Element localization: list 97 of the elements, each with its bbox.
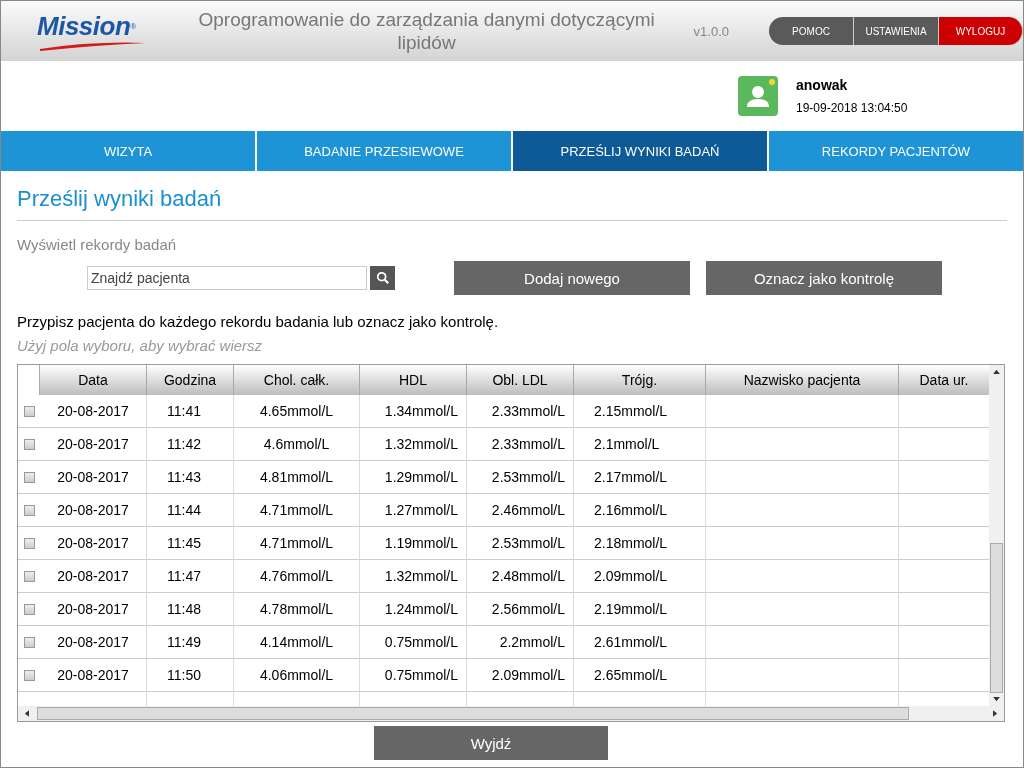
table-cell: 2.09mmol/L bbox=[467, 659, 574, 692]
action-button[interactable]: Dodaj nowego bbox=[454, 261, 690, 295]
login-datetime: 19-09-2018 13:04:50 bbox=[796, 101, 908, 115]
row-checkbox[interactable] bbox=[23, 537, 35, 549]
header-button[interactable]: WYLOGUJ bbox=[939, 17, 1023, 45]
nav-tab[interactable]: PRZEŚLIJ WYNIKI BADAŃ bbox=[513, 131, 767, 171]
table-cell: 1.34mmol/L bbox=[360, 395, 467, 428]
table-cell: 4.65mmol/L bbox=[234, 395, 360, 428]
column-header[interactable]: Godzina bbox=[147, 365, 234, 395]
row-checkbox[interactable] bbox=[23, 636, 35, 648]
table-cell: 11:42 bbox=[147, 428, 234, 461]
header-button[interactable]: POMOC bbox=[769, 17, 854, 45]
table-cell: 4.71mmol/L bbox=[234, 494, 360, 527]
scroll-up-icon[interactable] bbox=[993, 369, 1000, 374]
table-cell: 2.1mmol/L bbox=[574, 428, 706, 461]
table-cell: 20-08-2017 bbox=[40, 527, 147, 560]
row-checkbox[interactable] bbox=[23, 603, 35, 615]
table-cell: 2.56mmol/L bbox=[467, 593, 574, 626]
column-header[interactable]: Chol. całk. bbox=[234, 365, 360, 395]
table-cell: 2.53mmol/L bbox=[467, 527, 574, 560]
table-cell: 4.14mmol/L bbox=[234, 626, 360, 659]
scroll-right-icon[interactable] bbox=[993, 710, 998, 717]
table-cell: 0.75mmol/L bbox=[360, 626, 467, 659]
mission-logo: Mission$^{®}$ bbox=[37, 11, 156, 51]
table-cell: 2.15mmol/L bbox=[574, 395, 706, 428]
table-cell: 4.6mmol/L bbox=[234, 428, 360, 461]
table-cell: 2.46mmol/L bbox=[467, 494, 574, 527]
table-cell: 2.2mmol/L bbox=[467, 626, 574, 659]
table-cell: 11:45 bbox=[147, 527, 234, 560]
table-cell: 2.19mmol/L bbox=[574, 593, 706, 626]
header-button[interactable]: USTAWIENIA bbox=[854, 17, 939, 45]
exit-button[interactable]: Wyjdź bbox=[374, 726, 608, 760]
column-header[interactable]: HDL bbox=[360, 365, 467, 395]
page-title: Prześlij wyniki badań bbox=[17, 186, 1007, 221]
table-cell: 4.76mmol/L bbox=[234, 560, 360, 593]
table-cell: 2.09mmol/L bbox=[574, 560, 706, 593]
table-cell: 20-08-2017 bbox=[40, 461, 147, 494]
version-label: v1.0.0 bbox=[693, 23, 729, 39]
column-header[interactable]: Obl. LDL bbox=[467, 365, 574, 395]
search-button[interactable] bbox=[370, 266, 395, 290]
action-button[interactable]: Oznacz jako kontrolę bbox=[706, 261, 942, 295]
column-header[interactable]: Nazwisko pacjenta bbox=[706, 365, 899, 395]
row-checkbox[interactable] bbox=[23, 669, 35, 681]
table-cell: 20-08-2017 bbox=[40, 593, 147, 626]
table-cell: 4.78mmol/L bbox=[234, 593, 360, 626]
table-cell: 1.27mmol/L bbox=[360, 494, 467, 527]
user-avatar-icon bbox=[738, 76, 778, 116]
table-cell: 0.75mmol/L bbox=[360, 659, 467, 692]
table-cell: 4.71mmol/L bbox=[234, 527, 360, 560]
table-cell: 11:47 bbox=[147, 560, 234, 593]
table-cell: 2.33mmol/L bbox=[467, 428, 574, 461]
column-header[interactable]: Data ur. bbox=[899, 365, 989, 395]
table-cell: 11:48 bbox=[147, 593, 234, 626]
table-cell: 2.17mmol/L bbox=[574, 461, 706, 494]
username: anowak bbox=[796, 77, 849, 93]
table-cell: 1.19mmol/L bbox=[360, 527, 467, 560]
table-cell: 11:41 bbox=[147, 395, 234, 428]
search-field[interactable]: Znajdź pacjenta bbox=[87, 266, 367, 290]
table-cell: 1.32mmol/L bbox=[360, 428, 467, 461]
table-cell: 1.29mmol/L bbox=[360, 461, 467, 494]
scroll-down-icon[interactable] bbox=[993, 697, 1000, 702]
row-checkbox[interactable] bbox=[23, 405, 35, 417]
table-cell: 11:44 bbox=[147, 494, 234, 527]
row-checkbox[interactable] bbox=[23, 570, 35, 582]
row-checkbox[interactable] bbox=[23, 504, 35, 516]
table-cell: 11:43 bbox=[147, 461, 234, 494]
table-cell: 11:49 bbox=[147, 626, 234, 659]
table-cell: 4.81mmol/L bbox=[234, 461, 360, 494]
table-cell: 2.65mmol/L bbox=[574, 659, 706, 692]
scroll-left-icon[interactable] bbox=[24, 710, 29, 717]
table-cell: 2.48mmol/L bbox=[467, 560, 574, 593]
horizontal-scrollbar[interactable] bbox=[18, 706, 1004, 721]
row-checkbox[interactable] bbox=[23, 438, 35, 450]
column-header[interactable]: Data bbox=[40, 365, 147, 395]
search-icon bbox=[375, 271, 390, 285]
column-header[interactable]: Trójg. bbox=[574, 365, 706, 395]
table-cell: 20-08-2017 bbox=[40, 659, 147, 692]
table-cell: 2.53mmol/L bbox=[467, 461, 574, 494]
table-cell: 20-08-2017 bbox=[40, 560, 147, 593]
table-cell: 20-08-2017 bbox=[40, 395, 147, 428]
table-cell: 2.33mmol/L bbox=[467, 395, 574, 428]
table-cell: 20-08-2017 bbox=[40, 626, 147, 659]
vertical-scrollbar[interactable] bbox=[989, 365, 1004, 706]
table-cell: 2.61mmol/L bbox=[574, 626, 706, 659]
table-cell: 11:50 bbox=[147, 659, 234, 692]
table-cell: 1.32mmol/L bbox=[360, 560, 467, 593]
section-label: Wyświetl rekordy badań bbox=[17, 236, 178, 253]
hint-text: Użyj pola wyboru, aby wybrać wiersz bbox=[17, 337, 264, 354]
table-cell: 20-08-2017 bbox=[40, 428, 147, 461]
instruction-text: Przypisz pacjenta do każdego rekordu badania lub oznacz jako kontrolę. bbox=[17, 313, 500, 330]
table-cell: 4.06mmol/L bbox=[234, 659, 360, 692]
table-cell: 2.18mmol/L bbox=[574, 527, 706, 560]
table-cell: 1.24mmol/L bbox=[360, 593, 467, 626]
row-checkbox[interactable] bbox=[23, 471, 35, 483]
app-title: Oprogramowanie do zarządzania danymi dotyczącymi lipidów bbox=[197, 8, 656, 54]
table-cell: 20-08-2017 bbox=[40, 494, 147, 527]
table-cell: 2.16mmol/L bbox=[574, 494, 706, 527]
